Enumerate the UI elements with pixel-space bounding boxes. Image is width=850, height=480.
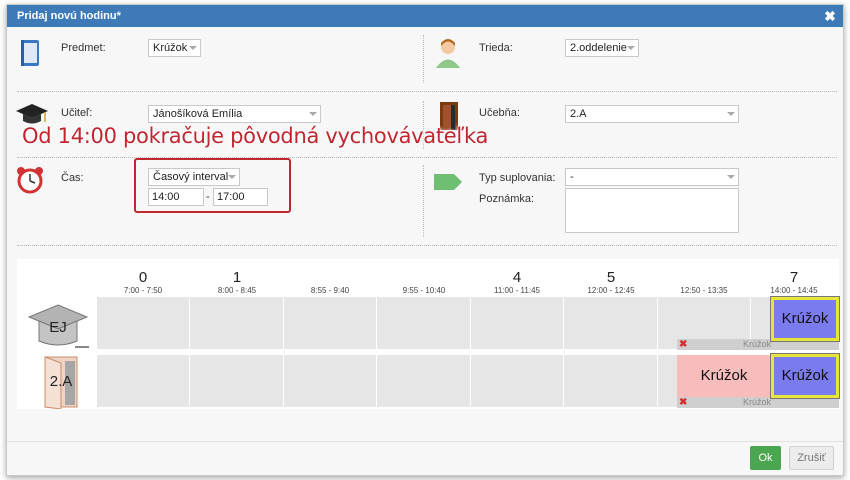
teacher-select[interactable]: Jánošíková Emília	[148, 105, 321, 123]
chevron-down-icon	[309, 112, 317, 116]
room-row-header: 2.A	[31, 355, 91, 410]
cell-divider	[189, 355, 190, 407]
time-label: Čas:	[61, 172, 84, 184]
substitution-select[interactable]: -	[565, 168, 739, 186]
chevron-down-icon	[189, 46, 197, 50]
note-label: Poznámka:	[479, 193, 535, 205]
cell-divider	[376, 297, 377, 349]
substitution-label: Typ suplovania:	[479, 172, 556, 184]
timeline: 0 7:00 - 7:50 1 8:00 - 8:45 8:55 - 9:40 …	[17, 259, 839, 410]
cell-divider	[470, 355, 471, 407]
student-icon	[436, 39, 460, 68]
column-number: 7	[789, 269, 799, 286]
cancelled-lesson-label: Krúžok	[743, 339, 772, 349]
footer-divider	[7, 441, 843, 442]
teacher-label: Učiteľ:	[61, 107, 93, 119]
cell-divider	[376, 355, 377, 407]
column-number: 1	[232, 269, 242, 286]
column-time: 8:00 - 8:45	[217, 286, 257, 295]
chevron-down-icon	[727, 112, 735, 116]
subject-select[interactable]: Krúžok	[148, 39, 201, 57]
substitution-value: -	[570, 171, 574, 183]
book-icon	[21, 40, 39, 66]
divider	[423, 165, 424, 237]
column-time: 12:00 - 12:45	[587, 286, 635, 295]
column-time: 7:00 - 7:50	[123, 286, 163, 295]
annotation-highlight-box	[134, 158, 291, 213]
close-icon[interactable]: ✖	[823, 5, 837, 27]
teacher-row-label: EJ	[49, 319, 67, 336]
alarm-clock-icon	[17, 167, 43, 194]
cancelled-lesson[interactable]: ✖ Krúžok	[677, 397, 839, 408]
ok-button[interactable]: Ok	[750, 446, 781, 470]
subject-value: Krúžok	[153, 42, 188, 54]
timeline-grid: ✖ Krúžok Krúžok Krúžok ✖ Krúžok Krúžok	[97, 297, 839, 409]
cell-divider	[283, 355, 284, 407]
annotation-text: Od 14:00 pokračuje pôvodná vychovávateľk…	[22, 124, 489, 148]
existing-lesson[interactable]: Krúžok	[677, 355, 771, 397]
class-label: Trieda:	[479, 42, 513, 54]
cell-divider	[189, 297, 190, 349]
divider	[17, 245, 837, 246]
chevron-down-icon	[627, 46, 635, 50]
cell-divider	[283, 297, 284, 349]
cancel-button[interactable]: Zrušiť	[789, 446, 834, 470]
column-time: 8:55 - 9:40	[310, 286, 350, 295]
room-select[interactable]: 2.A	[565, 105, 739, 123]
chevron-down-icon	[727, 175, 735, 179]
teacher-row-header: EJ	[25, 299, 91, 355]
room-row-label: 2.A	[49, 373, 73, 390]
dialog-title: Pridaj novú hodinu*	[7, 5, 843, 27]
column-number: 5	[606, 269, 616, 286]
column-number: 4	[512, 269, 522, 286]
divider	[17, 91, 837, 92]
column-number: 0	[138, 269, 148, 286]
subject-label: Predmet:	[61, 42, 106, 54]
cell-divider	[563, 355, 564, 407]
room-label: Učebňa:	[479, 107, 520, 119]
column-time: 14:00 - 14:45	[770, 286, 818, 295]
teacher-value: Jánošíková Emília	[153, 108, 243, 120]
divider	[423, 35, 424, 83]
tag-icon	[434, 174, 462, 190]
class-value: 2.oddelenie	[570, 42, 627, 54]
column-time: 12:50 - 13:35	[680, 286, 728, 295]
close-icon: ✖	[679, 339, 688, 350]
new-lesson[interactable]: Krúžok	[771, 297, 839, 341]
note-textarea[interactable]	[565, 188, 739, 233]
column-time: 11:00 - 11:45	[494, 286, 540, 295]
class-select[interactable]: 2.oddelenie	[565, 39, 639, 57]
new-lesson[interactable]: Krúžok	[771, 354, 839, 398]
room-value: 2.A	[570, 108, 587, 120]
cell-divider	[657, 297, 658, 349]
cell-divider	[657, 355, 658, 407]
column-time: 9:55 - 10:40	[402, 286, 446, 295]
cancelled-lesson-label: Krúžok	[743, 397, 772, 407]
add-lesson-dialog: Pridaj novú hodinu* ✖ Predmet: Krúžok Tr…	[6, 4, 844, 476]
cell-divider	[470, 297, 471, 349]
close-icon: ✖	[679, 397, 688, 408]
cell-divider	[563, 297, 564, 349]
